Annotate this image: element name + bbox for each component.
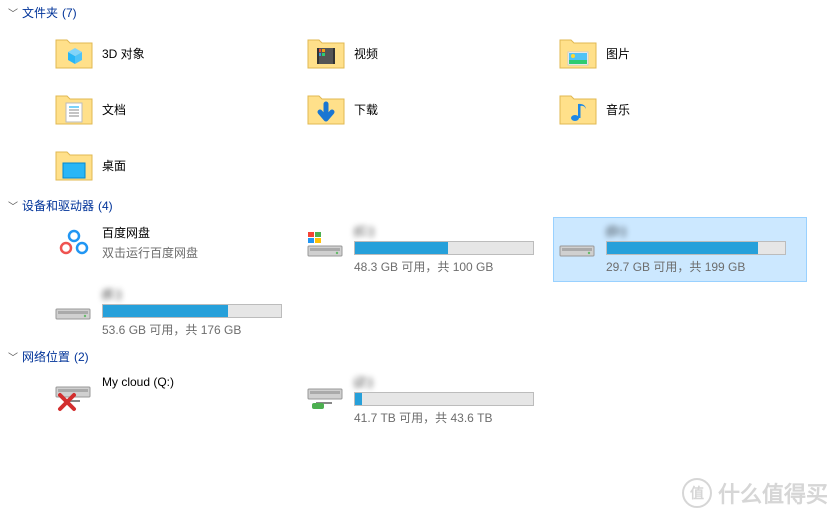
- folder-label: 图片: [606, 45, 630, 62]
- drives-grid: 百度网盘 双击运行百度网盘 (C:) 48.3 GB 可用，共 100 GB: [0, 218, 838, 344]
- drive-usage-bar: [606, 241, 786, 255]
- folder-icon-desktop: [54, 143, 94, 187]
- drive-subtitle: 双击运行百度网盘: [102, 244, 298, 261]
- network-drive-icon: [306, 375, 346, 415]
- section-title: 网络位置: [22, 348, 70, 365]
- drive-name: (E:): [102, 287, 298, 301]
- watermark: 值 什么值得买: [682, 477, 828, 509]
- drive-usage-fill: [103, 305, 228, 317]
- drive-name: (Z:): [354, 375, 550, 389]
- section-header-folders[interactable]: ﹀ 文件夹 (7): [0, 0, 838, 25]
- folder-label: 音乐: [606, 101, 630, 118]
- section-count: (4): [98, 199, 113, 213]
- section-header-drives[interactable]: ﹀ 设备和驱动器 (4): [0, 193, 838, 218]
- folder-documents[interactable]: 文档: [50, 81, 302, 137]
- drive-usage-bar: [354, 392, 534, 406]
- drive-usage-bar: [102, 304, 282, 318]
- drive-usage-fill: [355, 242, 448, 254]
- folder-videos[interactable]: 视频: [302, 25, 554, 81]
- watermark-icon: 值: [682, 478, 712, 508]
- folder-pictures[interactable]: 图片: [554, 25, 806, 81]
- folders-grid: 3D 对象 视频 图片: [0, 25, 838, 193]
- drive-baidu[interactable]: 百度网盘 双击运行百度网盘: [50, 218, 302, 281]
- folder-label: 下载: [354, 101, 378, 118]
- section-title: 设备和驱动器: [22, 197, 94, 214]
- drive-icon: [54, 287, 94, 327]
- folder-icon-videos: [306, 31, 346, 75]
- drive-name: (C:): [354, 224, 550, 238]
- folder-3d-objects[interactable]: 3D 对象: [50, 25, 302, 81]
- drive-name: My cloud (Q:): [102, 375, 298, 389]
- folder-icon-music: [558, 87, 598, 131]
- network-z[interactable]: (Z:) 41.7 TB 可用，共 43.6 TB: [302, 369, 554, 432]
- drive-usage-fill: [355, 393, 362, 405]
- drive-stats: 53.6 GB 可用，共 176 GB: [102, 321, 298, 338]
- folder-label: 视频: [354, 45, 378, 62]
- folder-icon-downloads: [306, 87, 346, 131]
- folder-label: 桌面: [102, 157, 126, 174]
- folder-desktop[interactable]: 桌面: [50, 137, 302, 193]
- network-drive-disconnected-icon: [54, 375, 94, 415]
- drive-stats: 29.7 GB 可用，共 199 GB: [606, 258, 802, 275]
- section-header-network[interactable]: ﹀ 网络位置 (2): [0, 344, 838, 369]
- watermark-text: 什么值得买: [718, 477, 828, 509]
- drive-usage-fill: [607, 242, 758, 254]
- drive-name: 百度网盘: [102, 224, 298, 241]
- folder-downloads[interactable]: 下载: [302, 81, 554, 137]
- folder-icon-documents: [54, 87, 94, 131]
- network-mycloud[interactable]: My cloud (Q:): [50, 369, 302, 432]
- network-grid: My cloud (Q:) (Z:) 41.7 TB 可用，共 43.6 TB: [0, 369, 838, 432]
- folder-icon-pictures: [558, 31, 598, 75]
- section-count: (2): [74, 350, 89, 364]
- folder-icon-3d: [54, 31, 94, 75]
- drive-stats: 41.7 TB 可用，共 43.6 TB: [354, 409, 550, 426]
- folder-label: 3D 对象: [102, 45, 145, 62]
- windows-drive-icon: [306, 224, 346, 264]
- folder-music[interactable]: 音乐: [554, 81, 806, 137]
- drive-d[interactable]: (D:) 29.7 GB 可用，共 199 GB: [554, 218, 806, 281]
- drive-e[interactable]: (E:) 53.6 GB 可用，共 176 GB: [50, 281, 302, 344]
- chevron-down-icon: ﹀: [8, 349, 18, 364]
- section-count: (7): [62, 6, 77, 20]
- drive-stats: 48.3 GB 可用，共 100 GB: [354, 258, 550, 275]
- baidu-netdisk-icon: [54, 224, 94, 264]
- drive-c[interactable]: (C:) 48.3 GB 可用，共 100 GB: [302, 218, 554, 281]
- chevron-down-icon: ﹀: [8, 198, 18, 213]
- drive-usage-bar: [354, 241, 534, 255]
- drive-icon: [558, 224, 598, 264]
- chevron-down-icon: ﹀: [8, 5, 18, 20]
- drive-name: (D:): [606, 224, 802, 238]
- section-title: 文件夹: [22, 4, 58, 21]
- folder-label: 文档: [102, 101, 126, 118]
